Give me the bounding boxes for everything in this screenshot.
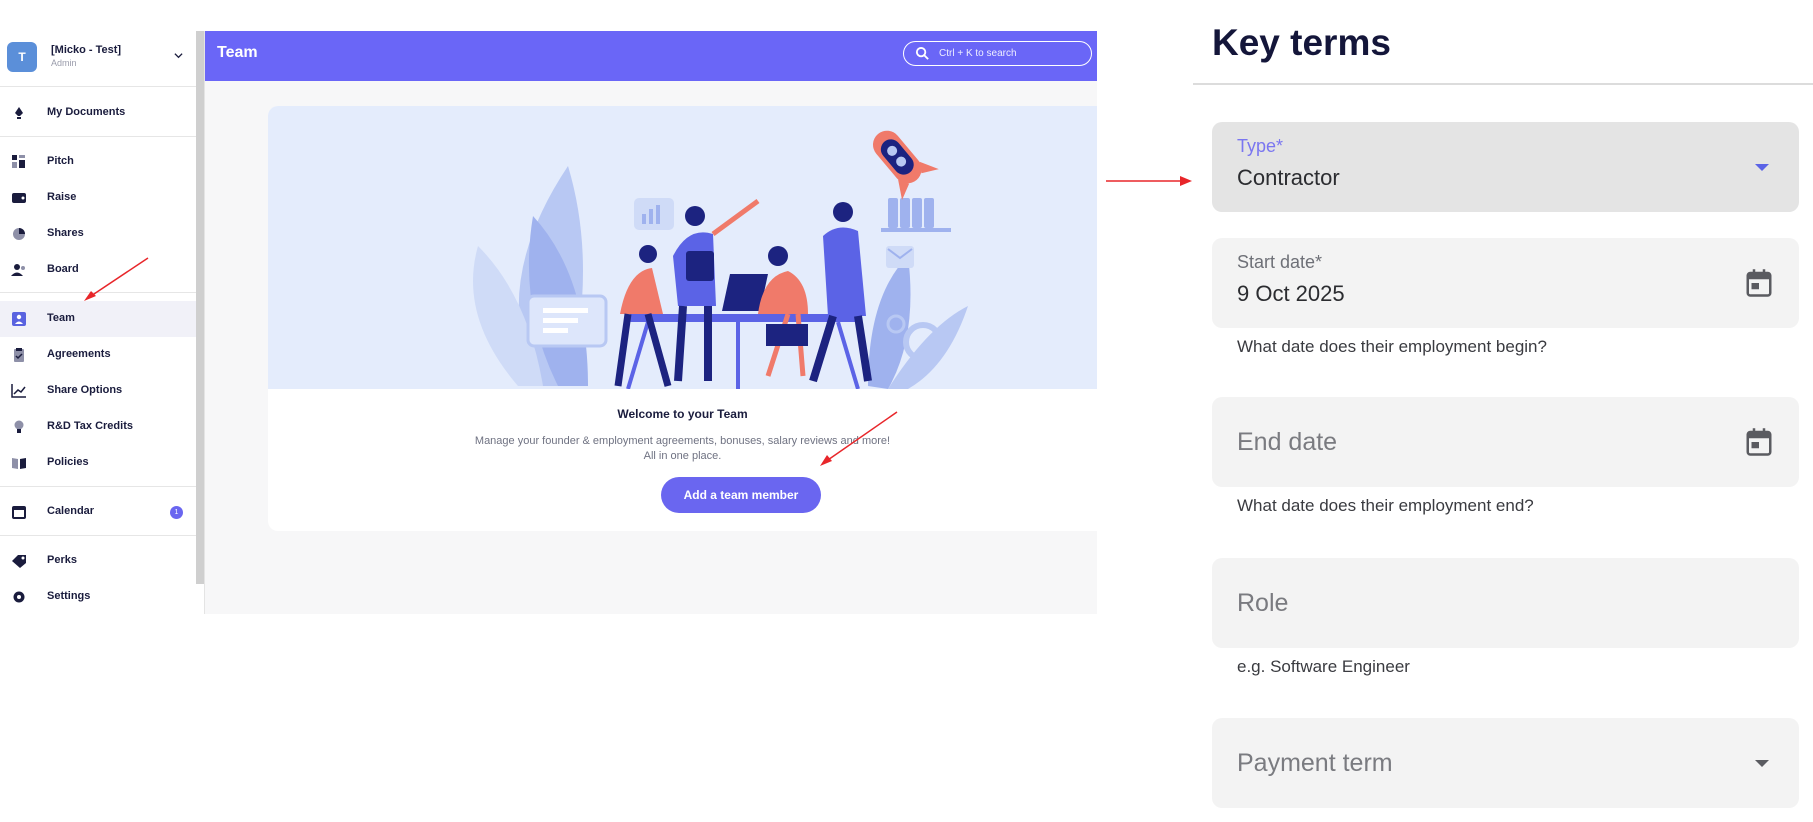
search-placeholder: Ctrl + K to search xyxy=(939,48,1017,59)
empty-state-description-2: All in one place. xyxy=(643,450,722,462)
sidebar-divider xyxy=(0,486,196,487)
page-title: Team xyxy=(217,44,258,61)
start-date-helper: What date does their employment begin? xyxy=(1237,337,1547,356)
wallet-icon xyxy=(12,193,26,203)
type-value: Contractor xyxy=(1237,165,1340,190)
gear-icon xyxy=(13,591,25,603)
sidebar-item-label: R&D Tax Credits xyxy=(47,420,133,432)
sidebar-item-agreements[interactable]: Agreements xyxy=(0,337,196,373)
sidebar-item-label: Raise xyxy=(47,191,77,203)
payment-term-select[interactable]: Payment term xyxy=(1212,718,1799,808)
start-date-label: Start date* xyxy=(1237,252,1323,272)
end-date-helper: What date does their employment end? xyxy=(1237,496,1534,515)
org-switcher[interactable]: T [Micko - Test] Admin xyxy=(0,31,196,87)
book-icon xyxy=(12,458,26,469)
sidebar-item-label: My Documents xyxy=(47,106,126,118)
top-bar: Team Ctrl + K to search xyxy=(205,31,1097,81)
chevron-down-icon[interactable] xyxy=(174,51,183,60)
form-divider xyxy=(1193,83,1813,85)
type-select[interactable]: Type* Contractor xyxy=(1212,122,1799,212)
add-team-member-button[interactable]: Add a team member xyxy=(661,477,821,513)
calendar-icon[interactable] xyxy=(1744,426,1774,458)
sidebar: T [Micko - Test] Admin My Documents Pitc… xyxy=(0,31,196,614)
dropdown-arrow-icon[interactable] xyxy=(1750,155,1774,179)
pie-chart-icon xyxy=(13,228,25,240)
form-title: Key terms xyxy=(1212,22,1391,63)
pitch-blocks-icon xyxy=(12,155,25,168)
start-date-value: 9 Oct 2025 xyxy=(1237,281,1345,306)
sidebar-item-label: Agreements xyxy=(47,348,111,360)
sidebar-item-perks[interactable]: Perks xyxy=(0,543,196,579)
sidebar-item-label: Share Options xyxy=(47,384,123,396)
people-icon xyxy=(11,264,25,276)
team-app-screenshot: T [Micko - Test] Admin My Documents Pitc… xyxy=(0,31,1097,614)
lightbulb-icon xyxy=(14,420,24,433)
sidebar-item-policies[interactable]: Policies xyxy=(0,445,196,481)
sidebar-item-my-documents[interactable]: My Documents xyxy=(0,95,196,131)
key-terms-form: Key terms Type* Contractor Start date* 9… xyxy=(1193,0,1813,822)
end-date-placeholder: End date xyxy=(1237,428,1338,456)
person-badge-icon xyxy=(12,312,26,326)
role-field[interactable]: Role xyxy=(1212,558,1799,648)
sidebar-item-label: Pitch xyxy=(47,155,74,167)
line-chart-icon xyxy=(11,384,26,398)
annotation-arrow-icon xyxy=(820,411,898,466)
role-placeholder: Role xyxy=(1237,589,1289,617)
sidebar-item-label: Settings xyxy=(47,590,91,602)
role-helper: e.g. Software Engineer xyxy=(1237,657,1410,676)
sidebar-item-rd-tax-credits[interactable]: R&D Tax Credits xyxy=(0,409,196,445)
org-role: Admin xyxy=(51,58,77,68)
team-illustration xyxy=(268,106,1097,390)
end-date-field[interactable]: End date xyxy=(1212,397,1799,487)
empty-state-title: Welcome to your Team xyxy=(617,407,748,421)
annotation-arrow-icon xyxy=(1106,176,1192,186)
sidebar-item-label: Shares xyxy=(47,227,84,239)
sidebar-item-label: Calendar xyxy=(47,505,95,517)
empty-state-description: Manage your founder & employment agreeme… xyxy=(474,435,891,447)
search-icon xyxy=(915,46,929,60)
main-content: Welcome to your Team Manage your founder… xyxy=(205,81,1097,614)
org-avatar: T xyxy=(7,42,37,72)
pen-nib-icon xyxy=(15,107,23,119)
notification-badge: 1 xyxy=(170,506,183,519)
sidebar-divider xyxy=(0,136,196,137)
sidebar-item-settings[interactable]: Settings xyxy=(0,579,196,615)
start-date-field[interactable]: Start date* 9 Oct 2025 xyxy=(1212,238,1799,328)
sidebar-item-pitch[interactable]: Pitch xyxy=(0,144,196,180)
sidebar-item-calendar[interactable]: Calendar 1 xyxy=(0,494,196,530)
payment-term-placeholder: Payment term xyxy=(1237,749,1393,777)
search-input[interactable]: Ctrl + K to search xyxy=(903,41,1092,66)
sidebar-item-team[interactable]: Team xyxy=(0,301,196,337)
type-label: Type* xyxy=(1237,136,1284,156)
empty-state-card: Welcome to your Team Manage your founder… xyxy=(268,106,1097,531)
sidebar-item-label: Board xyxy=(47,263,79,275)
sidebar-item-label: Policies xyxy=(47,456,89,468)
sidebar-item-raise[interactable]: Raise xyxy=(0,180,196,216)
sidebar-item-shares[interactable]: Shares xyxy=(0,216,196,252)
clipboard-icon xyxy=(14,348,24,362)
calendar-icon xyxy=(12,506,26,519)
calendar-icon[interactable] xyxy=(1744,267,1774,299)
tag-icon xyxy=(12,555,26,568)
dropdown-arrow-icon[interactable] xyxy=(1750,751,1774,775)
annotation-arrow-icon xyxy=(84,257,149,301)
sidebar-item-share-options[interactable]: Share Options xyxy=(0,373,196,409)
sidebar-item-label: Team xyxy=(47,312,75,324)
sidebar-divider xyxy=(0,535,196,536)
sidebar-item-label: Perks xyxy=(47,554,77,566)
org-name: [Micko - Test] xyxy=(51,44,122,56)
